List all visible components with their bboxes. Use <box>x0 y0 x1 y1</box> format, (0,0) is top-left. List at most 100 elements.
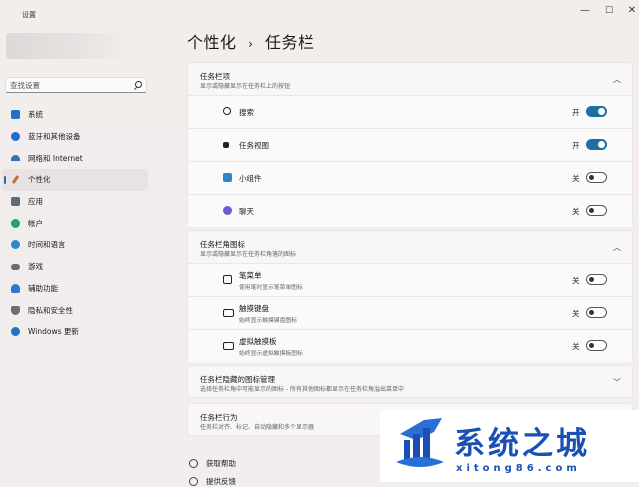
watermark: 系统之城 xitong86.com <box>380 410 639 482</box>
breadcrumb-parent[interactable]: 个性化 <box>187 33 237 52</box>
watermark-logo-icon <box>396 418 444 467</box>
chat-icon <box>223 206 232 215</box>
shield-icon <box>11 305 20 315</box>
setting-label: 搜索 <box>239 108 254 117</box>
setting-label: 虚拟触摸板 <box>239 337 277 346</box>
accessibility-icon <box>11 283 20 293</box>
sidebar-item-accessibility[interactable]: 辅助功能 <box>2 278 148 300</box>
sidebar-item-network[interactable]: 网络和 Internet <box>2 147 148 169</box>
breadcrumb: 个性化 › 任务栏 <box>187 29 315 53</box>
corner-icons-section: 任务栏角图标 显示或隐藏显示在任务栏角落的图标 ︿ 笔菜单 使用笔时显示笔菜单图… <box>187 230 633 362</box>
sidebar-item-label: 蓝牙和其他设备 <box>28 132 81 142</box>
sidebar-item-accounts[interactable]: 帐户 <box>2 212 148 234</box>
section-header[interactable]: 任务栏隐藏的图标管理 选择任务栏角中可能显示的图标 - 所有其他图标都显示在任务… <box>188 366 632 398</box>
help-icon <box>189 459 198 468</box>
toggle-state: 开 <box>572 141 580 150</box>
get-help-label: 获取帮助 <box>206 459 236 468</box>
app-title: 设置 <box>22 11 36 19</box>
sidebar-item-label: 帐户 <box>28 218 43 228</box>
toggle-switch[interactable] <box>586 139 607 150</box>
sidebar-item-windows-update[interactable]: Windows 更新 <box>2 321 148 343</box>
sidebar-item-label: 游戏 <box>28 262 43 272</box>
close-button[interactable]: ✕ <box>625 4 639 18</box>
chevron-up-icon[interactable]: ︿ <box>613 242 621 253</box>
title-bar: 设置 — ☐ ✕ <box>0 0 639 28</box>
toggle-state: 关 <box>572 207 580 216</box>
brush-icon <box>11 175 20 185</box>
controller-icon <box>11 263 20 270</box>
search-icon <box>223 107 231 115</box>
watermark-url: xitong86.com <box>456 463 581 474</box>
search-icon[interactable] <box>135 81 142 88</box>
sidebar-item-label: 应用 <box>28 197 43 207</box>
sidebar-item-label: 网络和 Internet <box>28 153 83 163</box>
apps-icon <box>11 197 20 207</box>
sidebar-item-system[interactable]: 系统 <box>2 104 148 126</box>
task-view-icon <box>223 142 229 148</box>
toggle-state: 关 <box>572 276 580 285</box>
search-input[interactable] <box>10 80 128 90</box>
minimize-button[interactable]: — <box>578 4 592 18</box>
setting-description: 始终显示触摸键盘图标 <box>239 318 297 324</box>
wifi-icon <box>11 155 20 162</box>
monitor-icon <box>11 110 20 120</box>
chevron-up-icon[interactable]: ︿ <box>613 74 621 85</box>
section-subtitle: 显示或隐藏显示在任务栏上的按钮 <box>200 83 291 90</box>
section-header[interactable]: 任务栏项 显示或隐藏显示在任务栏上的按钮 ︿ <box>188 63 632 95</box>
setting-label: 触摸键盘 <box>239 304 269 313</box>
sidebar-item-label: 辅助功能 <box>28 283 58 293</box>
toggle-state: 关 <box>572 342 580 351</box>
breadcrumb-separator: › <box>248 37 254 51</box>
setting-label: 聊天 <box>239 207 254 216</box>
toggle-switch[interactable] <box>586 340 607 351</box>
sidebar-item-label: 时间和语言 <box>28 240 66 250</box>
toggle-switch[interactable] <box>586 106 607 117</box>
chevron-down-icon[interactable]: ﹀ <box>613 377 621 388</box>
person-icon <box>11 218 20 228</box>
section-header[interactable]: 任务栏角图标 显示或隐藏显示在任务栏角落的图标 ︿ <box>188 231 632 263</box>
toggle-state: 开 <box>572 108 580 117</box>
globe-clock-icon <box>11 240 20 250</box>
taskbar-items-section: 任务栏项 显示或隐藏显示在任务栏上的按钮 ︿ 搜索 开 任务视图 开 小组件 关… <box>187 62 633 227</box>
setting-description: 始终显示虚拟触摸板图标 <box>239 351 303 357</box>
touchpad-icon <box>223 342 234 350</box>
setting-row-virtual-touchpad: 虚拟触摸板 始终显示虚拟触摸板图标 关 <box>188 329 632 362</box>
sidebar-item-privacy[interactable]: 隐私和安全性 <box>2 299 148 321</box>
toggle-switch[interactable] <box>586 307 607 318</box>
sidebar-item-label: 隐私和安全性 <box>28 305 73 315</box>
pen-icon <box>223 275 232 284</box>
search-box[interactable] <box>5 77 147 93</box>
sidebar-item-label: 系统 <box>28 110 43 120</box>
get-help-link[interactable]: 获取帮助 <box>189 458 236 469</box>
watermark-name: 系统之城 <box>454 426 590 462</box>
setting-row-search: 搜索 开 <box>188 95 632 128</box>
overflow-icons-section[interactable]: 任务栏隐藏的图标管理 选择任务栏角中可能显示的图标 - 所有其他图标都显示在任务… <box>187 365 633 398</box>
toggle-state: 关 <box>572 174 580 183</box>
sidebar-item-apps[interactable]: 应用 <box>2 191 148 213</box>
setting-row-widgets: 小组件 关 <box>188 161 632 194</box>
setting-label: 笔菜单 <box>239 271 262 280</box>
sidebar-nav: 系统 蓝牙和其他设备 网络和 Internet 个性化 应用 帐户 时间和语言 … <box>0 104 150 343</box>
breadcrumb-current: 任务栏 <box>265 33 315 52</box>
sidebar-item-label: Windows 更新 <box>28 327 79 337</box>
setting-label: 小组件 <box>239 174 262 183</box>
toggle-state: 关 <box>572 309 580 318</box>
toggle-switch[interactable] <box>586 205 607 216</box>
setting-row-chat: 聊天 关 <box>188 194 632 227</box>
sidebar-item-time-language[interactable]: 时间和语言 <box>2 234 148 256</box>
update-icon <box>11 327 20 337</box>
maximize-button[interactable]: ☐ <box>602 4 616 18</box>
toggle-switch[interactable] <box>586 274 607 285</box>
bluetooth-icon <box>11 132 20 142</box>
account-avatar-blurred[interactable] <box>6 33 120 59</box>
sidebar-item-bluetooth[interactable]: 蓝牙和其他设备 <box>2 126 148 148</box>
toggle-switch[interactable] <box>586 172 607 183</box>
widgets-icon <box>223 173 232 182</box>
sidebar-item-gaming[interactable]: 游戏 <box>2 256 148 278</box>
setting-row-touch-keyboard: 触摸键盘 始终显示触摸键盘图标 关 <box>188 296 632 329</box>
setting-label: 任务视图 <box>239 141 269 150</box>
sidebar-item-personalization[interactable]: 个性化 <box>2 169 148 191</box>
section-subtitle: 显示或隐藏显示在任务栏角落的图标 <box>200 251 297 258</box>
section-subtitle: 任务栏对齐、标记、自动隐藏和多个显示器 <box>200 424 315 431</box>
setting-description: 使用笔时显示笔菜单图标 <box>239 285 303 291</box>
